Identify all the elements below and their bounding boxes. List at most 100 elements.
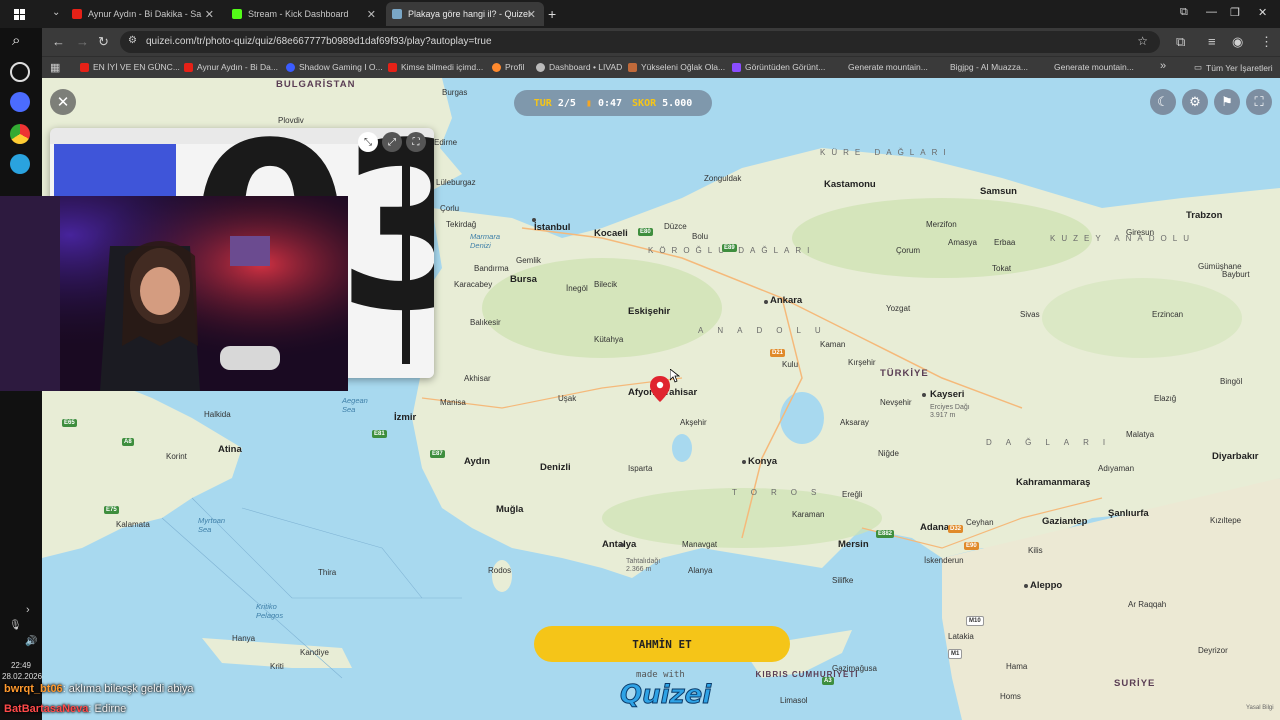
tab-kick[interactable]: Stream - Kick Dashboard ✕: [226, 2, 384, 26]
tab-search-icon[interactable]: ⧉: [1180, 6, 1188, 19]
minimize-icon[interactable]: —: [1206, 6, 1217, 18]
image-tool-icon: [732, 62, 741, 72]
map-peak-tahtali: Tahtalıdağı 2.366 m: [626, 558, 660, 574]
extensions-icon[interactable]: ⧉: [1176, 34, 1185, 50]
road-shield: M10: [966, 616, 984, 626]
map-label-trabzon: Trabzon: [1186, 210, 1223, 221]
map-label-burgas: Burgas: [442, 88, 468, 97]
app-icon[interactable]: [10, 92, 30, 112]
map-label-amasya: Amasya: [948, 238, 977, 247]
chatgpt-icon[interactable]: [10, 62, 30, 82]
close-quiz-button[interactable]: ✕: [50, 89, 76, 115]
back-icon[interactable]: ←: [52, 34, 65, 49]
map-pin-icon[interactable]: [650, 376, 670, 402]
bookmark-item[interactable]: Görüntüden Görünt...: [732, 62, 825, 72]
fullscreen-icon: ⛶: [1254, 94, 1264, 109]
map-label-giresun: Giresun: [1126, 228, 1155, 237]
bookmark-item[interactable]: EN İYİ VE EN GÜNC...: [80, 62, 180, 72]
fullscreen-photo-button[interactable]: ⛶: [406, 132, 426, 152]
map-label-hanya: Hanya: [232, 634, 256, 643]
speaker-icon[interactable]: 🔊: [25, 636, 37, 647]
map-label-toros: TOROS: [732, 488, 831, 497]
map-label-homs: Homs: [1000, 692, 1021, 701]
chevron-right-icon[interactable]: ›: [26, 604, 30, 616]
settings-button[interactable]: ⚙: [1182, 89, 1208, 115]
map-label-thira: Thira: [318, 568, 337, 577]
bookmark-item[interactable]: Dashboard • LIVAD: [536, 62, 622, 72]
bookmark-item[interactable]: Aynur Aydın - Bi Da...: [184, 62, 278, 72]
map-label-anadolu: ANADOLU: [698, 326, 835, 335]
tab-list-chevron-icon[interactable]: ⌄: [52, 7, 60, 18]
bookmark-item[interactable]: Generate mountain...: [1054, 62, 1134, 72]
map-label-kahramanmaras: Kahramanmaraş: [1016, 477, 1091, 488]
forward-icon[interactable]: →: [76, 34, 89, 49]
tab-title: Plakaya göre hangi il? - Quizei: [408, 9, 531, 19]
bookmark-item[interactable]: Kimse bilmedi içimd...: [388, 62, 483, 72]
bookmark-label: EN İYİ VE EN GÜNC...: [93, 62, 180, 72]
bookmark-item[interactable]: Generate mountain...: [848, 62, 928, 72]
collapse-button[interactable]: ⤡: [358, 132, 378, 152]
system-clock[interactable]: 22:49 28.02.2026: [2, 660, 42, 682]
map-label-konya: Konya: [748, 456, 778, 467]
restore-icon[interactable]: ❐: [1230, 6, 1240, 19]
map-label-zonguldak: Zonguldak: [704, 174, 742, 183]
report-button[interactable]: ⚑: [1214, 89, 1240, 115]
map-label-iskenderun: İskenderun: [924, 556, 964, 565]
bookmark-item[interactable]: Profil: [492, 62, 524, 72]
close-icon: ✕: [56, 94, 70, 111]
new-tab-icon[interactable]: +: [548, 6, 556, 22]
map-label-arraqqah: Ar Raqqah: [1128, 600, 1167, 609]
apps-grid-icon[interactable]: ▦: [50, 61, 60, 74]
fullscreen-button[interactable]: ⛶: [1246, 89, 1272, 115]
reload-icon[interactable]: ↻: [98, 34, 109, 50]
bookmark-item[interactable]: Yükseleni Oğlak Ola...: [628, 62, 725, 72]
bookmark-item[interactable]: Bigjpg - AI Muazza...: [950, 62, 1028, 72]
tab-quizei[interactable]: Plakaya göre hangi il? - Quizei ✕: [386, 2, 544, 26]
bookmark-star-icon[interactable]: ☆: [1137, 34, 1148, 48]
bookmark-label: Kimse bilmedi içimd...: [401, 62, 484, 72]
road-shield: E75: [104, 506, 119, 514]
close-tab-icon[interactable]: ✕: [367, 8, 376, 21]
map-label-nevsehir: Nevşehir: [880, 398, 912, 407]
map-label-manisa: Manisa: [440, 398, 466, 407]
close-tab-icon[interactable]: ✕: [527, 8, 536, 21]
quizei-logo[interactable]: Quizei: [619, 680, 711, 711]
more-bookmarks-icon[interactable]: »: [1160, 60, 1166, 72]
map-label-aydin: Aydın: [464, 456, 491, 467]
youtube-icon: [72, 9, 82, 19]
expand-button[interactable]: ⤢: [382, 132, 402, 152]
chrome-icon[interactable]: [10, 124, 30, 144]
map-label-bingol: Bingöl: [1220, 377, 1243, 386]
city-dot: [764, 300, 768, 304]
bookmark-item[interactable]: Shadow Gaming I O...: [286, 62, 383, 72]
windows-start-icon[interactable]: [14, 8, 26, 20]
tab-youtube[interactable]: Aynur Aydın - Bi Dakika - Sa ✕: [66, 2, 222, 26]
address-bar[interactable]: ⚙ quizei.com/tr/photo-quiz/quiz/68e66777…: [120, 31, 1160, 53]
map-label-yozgat: Yozgat: [886, 304, 911, 313]
gear-icon: ⚙: [1189, 94, 1201, 109]
map-label-gemlik: Gemlik: [516, 256, 541, 265]
city-dot: [742, 460, 746, 464]
close-tab-icon[interactable]: ✕: [205, 8, 214, 21]
youtube-icon: [80, 62, 89, 72]
bookmark-label: Dashboard • LIVAD: [549, 62, 623, 72]
search-icon[interactable]: ⌕: [12, 32, 20, 49]
telegram-icon[interactable]: [10, 154, 30, 174]
media-icon[interactable]: ≡: [1208, 34, 1216, 49]
map-attribution[interactable]: Yasal Bilgi: [1246, 705, 1274, 711]
dark-mode-button[interactable]: ☾: [1150, 89, 1176, 115]
guess-button[interactable]: TAHMİN ET: [534, 626, 790, 662]
all-bookmarks[interactable]: ▭ Tüm Yer İşaretleri: [1194, 62, 1273, 73]
map-label-mersin: Mersin: [838, 539, 869, 550]
profile-icon[interactable]: ◉: [1232, 34, 1243, 50]
map-label-kirsehir: Kırşehir: [848, 358, 876, 367]
site-info-icon[interactable]: ⚙: [128, 35, 137, 46]
quizei-icon: [392, 9, 402, 19]
road-shield: D32: [948, 525, 964, 533]
mic-icon[interactable]: 🎙: [9, 620, 22, 631]
score-indicator: SKOR 5.000: [632, 98, 692, 109]
close-window-icon[interactable]: ✕: [1258, 6, 1267, 19]
map-label-istanbul: İstanbul: [534, 222, 571, 233]
menu-icon[interactable]: ⋮: [1260, 34, 1273, 50]
map-label-erzincan: Erzincan: [1152, 310, 1184, 319]
